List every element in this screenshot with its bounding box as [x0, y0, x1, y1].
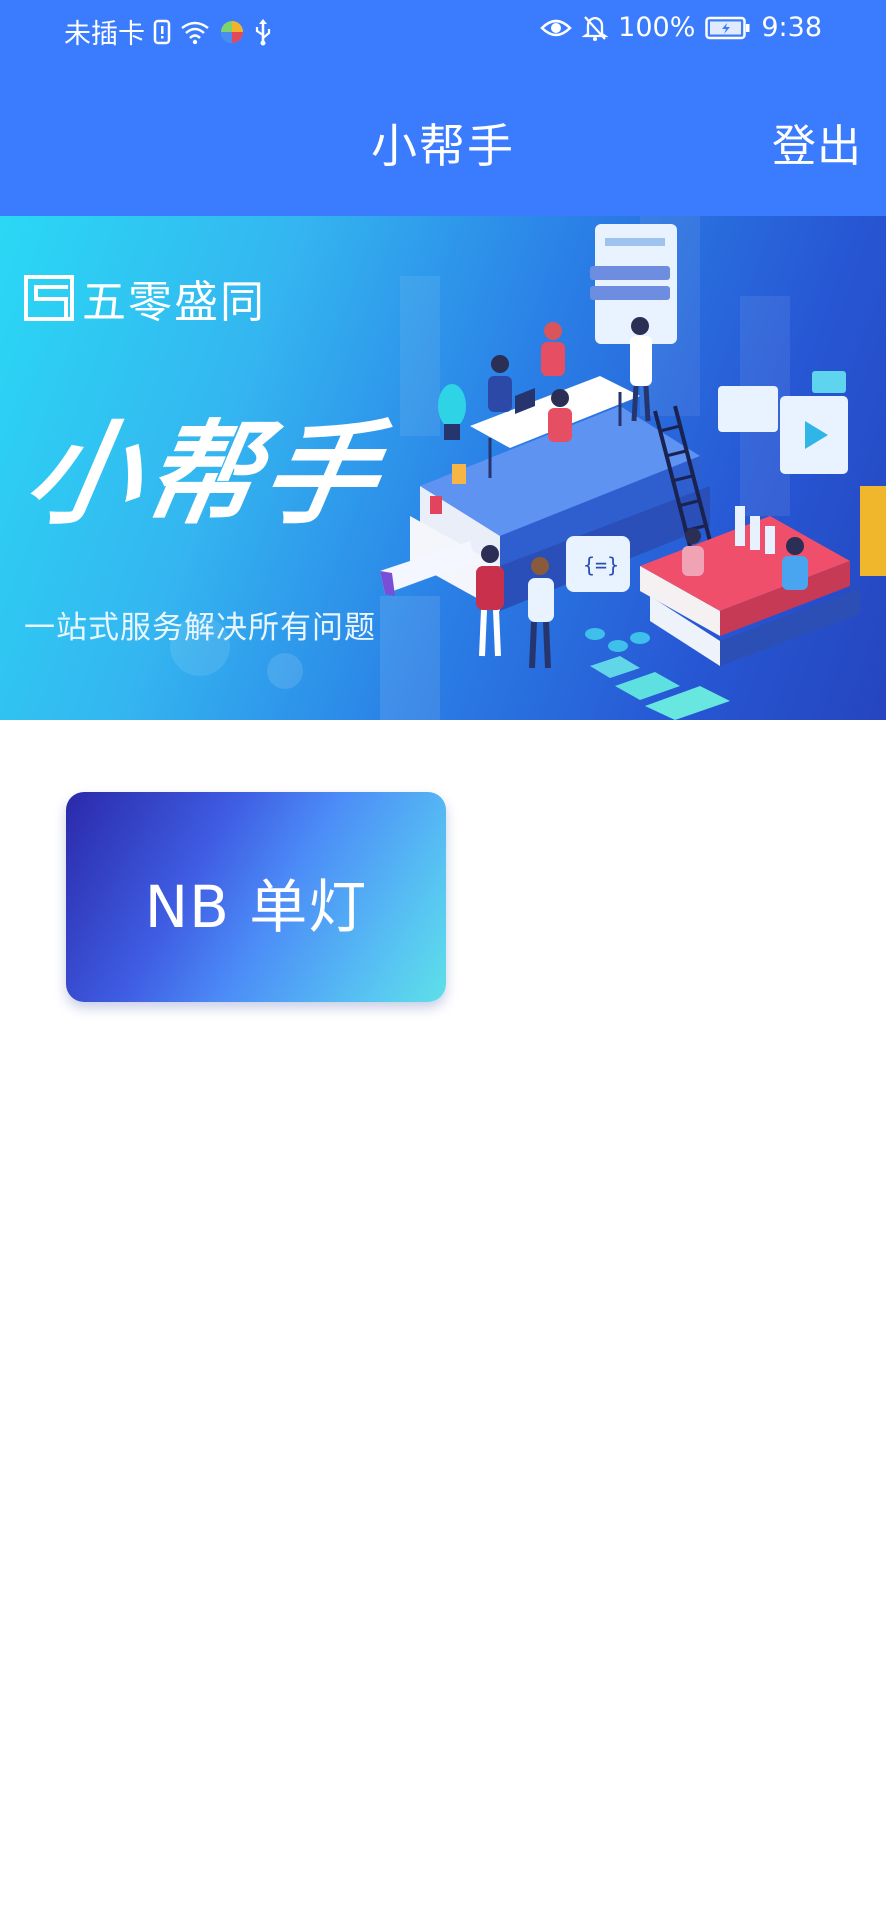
battery-percent: 100%: [618, 12, 696, 43]
hero-banner: {=} 五零盛同 小帮手 一站式服务解决所有问题: [0, 216, 886, 720]
app-icon: [219, 19, 245, 45]
eye-icon: [540, 16, 572, 40]
status-right: 100% 9:38: [540, 12, 822, 43]
status-left: 未插卡: [64, 12, 273, 51]
banner-slogan: 一站式服务解决所有问题: [24, 610, 376, 646]
card-label: NB 单灯: [144, 873, 368, 941]
wifi-icon: [179, 19, 211, 45]
svg-text:{=}: {=}: [583, 553, 619, 577]
brand-name: 五零盛同: [82, 277, 266, 328]
bell-off-icon: [582, 14, 609, 42]
banner-title: 小帮手: [16, 410, 394, 540]
top-bar: 未插卡 100% 9:38 小帮手 登出: [0, 0, 886, 216]
title-bar: 小帮手 登出: [0, 96, 886, 186]
status-bar: 未插卡 100% 9:38: [0, 0, 886, 60]
brand-logo: 五零盛同: [24, 266, 266, 330]
page-title: 小帮手: [371, 119, 515, 173]
usb-icon: [253, 18, 273, 46]
battery-icon: [705, 16, 751, 40]
carrier-text: 未插卡: [64, 19, 145, 50]
logout-button[interactable]: 登出: [772, 110, 862, 174]
brand-icon: [24, 275, 74, 321]
nb-single-light-card[interactable]: NB 单灯: [66, 792, 446, 1002]
clock-time: 9:38: [761, 12, 822, 43]
sim-alert-icon: [153, 19, 171, 45]
